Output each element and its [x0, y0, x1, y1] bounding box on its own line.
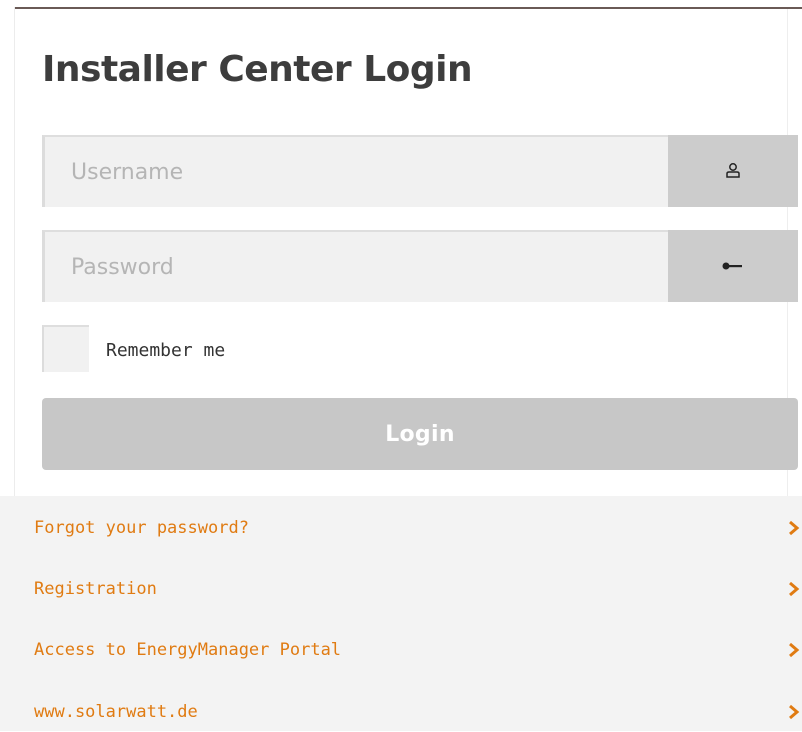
- username-field[interactable]: Username: [42, 135, 668, 207]
- link-label[interactable]: Forgot your password?: [34, 518, 249, 538]
- chevron-right-icon: [789, 520, 800, 536]
- user-icon: [726, 163, 740, 178]
- link-label[interactable]: www.solarwatt.de: [34, 702, 198, 722]
- password-field[interactable]: Password: [42, 230, 668, 302]
- link-label[interactable]: Access to EnergyManager Portal: [34, 640, 341, 660]
- key-icon: [722, 262, 742, 270]
- link-solarwatt-website[interactable]: www.solarwatt.de: [0, 692, 802, 732]
- login-button[interactable]: Login: [42, 398, 798, 470]
- remember-checkbox[interactable]: [42, 325, 89, 372]
- panel-left-border: [14, 7, 15, 497]
- link-registration[interactable]: Registration: [0, 569, 802, 609]
- chevron-right-icon: [789, 704, 800, 720]
- link-forgot-password[interactable]: Forgot your password?: [0, 508, 802, 548]
- remember-label[interactable]: Remember me: [106, 340, 225, 361]
- chevron-right-icon: [789, 642, 800, 658]
- top-divider: [14, 7, 802, 9]
- chevron-right-icon: [789, 581, 800, 597]
- password-group: Password: [42, 230, 798, 302]
- page-title: Installer Center Login: [42, 49, 473, 90]
- username-addon: [668, 135, 798, 207]
- link-energymanager-portal[interactable]: Access to EnergyManager Portal: [0, 630, 802, 670]
- username-group: Username: [42, 135, 798, 207]
- password-addon: [668, 230, 798, 302]
- link-label[interactable]: Registration: [34, 579, 157, 599]
- links-section: Forgot your password? Registration Acces…: [0, 496, 802, 731]
